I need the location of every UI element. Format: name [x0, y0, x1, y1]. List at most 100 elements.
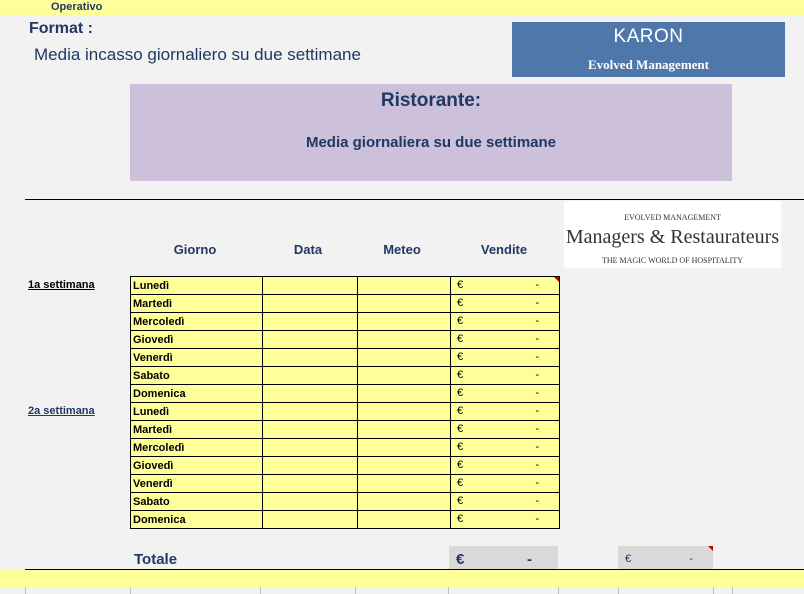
day-cell[interactable]: Giovedì [130, 330, 263, 349]
vendite-cell[interactable]: € - [450, 276, 560, 295]
vendite-cell[interactable]: € - [450, 294, 560, 313]
day-cell[interactable]: Martedì [130, 294, 263, 313]
grid-line [558, 587, 559, 594]
meteo-cell[interactable] [357, 438, 451, 457]
sales-table: Lunedì € - Martedì € - Mercoledì € - Giovedì € - Ven… [130, 276, 560, 529]
data-cell[interactable] [262, 492, 358, 511]
week1-label: 1a settimana [28, 279, 95, 291]
vendite-cell[interactable]: € - [450, 438, 560, 457]
vendite-cell[interactable]: € - [450, 312, 560, 331]
day-cell[interactable]: Mercoledì [130, 312, 263, 331]
logo-top-text: EVOLVED MANAGEMENT [624, 213, 721, 222]
currency-symbol: € [457, 495, 464, 507]
table-row: Domenica € - [130, 510, 560, 529]
day-cell[interactable]: Lunedì [130, 402, 263, 421]
day-cell[interactable]: Sabato [130, 366, 263, 385]
totale-label: Totale [134, 551, 178, 568]
day-cell[interactable]: Lunedì [130, 276, 263, 295]
day-cell[interactable]: Mercoledì [130, 438, 263, 457]
vendite-value: - [535, 369, 539, 381]
vendite-cell[interactable]: € - [450, 420, 560, 439]
vendite-value: - [535, 513, 539, 525]
meteo-cell[interactable] [357, 420, 451, 439]
vendite-cell[interactable]: € - [450, 384, 560, 403]
table-row: Mercoledì € - [130, 438, 560, 457]
meteo-cell[interactable] [357, 348, 451, 367]
vendite-cell[interactable]: € - [450, 492, 560, 511]
grid-line [25, 587, 26, 594]
day-cell[interactable]: Giovedì [130, 456, 263, 475]
meteo-cell[interactable] [357, 294, 451, 313]
currency-symbol: € [457, 477, 464, 489]
table-row: Mercoledì € - [130, 312, 560, 331]
column-header-data: Data [293, 242, 323, 257]
comment-indicator-icon[interactable] [708, 546, 713, 551]
meteo-cell[interactable] [357, 402, 451, 421]
table-row: Giovedì € - [130, 330, 560, 349]
brand-subtitle: Evolved Management [588, 57, 709, 72]
vendite-cell[interactable]: € - [450, 456, 560, 475]
vendite-cell[interactable]: € - [450, 510, 560, 529]
currency-symbol: € [457, 279, 464, 291]
data-cell[interactable] [262, 510, 358, 529]
meteo-cell[interactable] [357, 276, 451, 295]
currency-symbol: € [457, 369, 464, 381]
meteo-cell[interactable] [357, 510, 451, 529]
day-cell[interactable]: Venerdì [130, 474, 263, 493]
day-cell[interactable]: Sabato [130, 492, 263, 511]
banner-title: Ristorante: [380, 90, 482, 111]
divider-line [25, 199, 804, 200]
data-cell[interactable] [262, 348, 358, 367]
logo-bottom-text: THE MAGIC WORLD OF HOSPITALITY [602, 256, 743, 265]
meteo-cell[interactable] [357, 384, 451, 403]
day-cell[interactable]: Martedì [130, 420, 263, 439]
total-value: - [527, 551, 532, 568]
comment-indicator-icon[interactable] [554, 277, 559, 282]
brand-name: KARON [613, 26, 684, 47]
day-cell[interactable]: Domenica [130, 384, 263, 403]
currency-symbol: € [457, 333, 464, 345]
karon-brand-box: KARON Evolved Management [512, 22, 785, 77]
total-vendite-cell[interactable]: € - [449, 546, 558, 570]
meteo-cell[interactable] [357, 492, 451, 511]
data-cell[interactable] [262, 420, 358, 439]
grid-line [448, 587, 449, 594]
vendite-cell[interactable]: € - [450, 474, 560, 493]
table-row: Sabato € - [130, 366, 560, 385]
meteo-cell[interactable] [357, 456, 451, 475]
vendite-cell[interactable]: € - [450, 402, 560, 421]
vendite-cell[interactable]: € - [450, 348, 560, 367]
meteo-cell[interactable] [357, 330, 451, 349]
meteo-cell[interactable] [357, 366, 451, 385]
day-cell[interactable]: Venerdì [130, 348, 263, 367]
day-cell[interactable]: Domenica [130, 510, 263, 529]
vendite-cell[interactable]: € - [450, 330, 560, 349]
meteo-cell[interactable] [357, 312, 451, 331]
data-cell[interactable] [262, 456, 358, 475]
column-header-vendite: Vendite [480, 242, 528, 257]
data-cell[interactable] [262, 330, 358, 349]
data-cell[interactable] [262, 294, 358, 313]
meteo-cell[interactable] [357, 474, 451, 493]
data-cell[interactable] [262, 276, 358, 295]
top-band: Operativo [0, 0, 804, 15]
data-cell[interactable] [262, 312, 358, 331]
data-cell[interactable] [262, 366, 358, 385]
vendite-cell[interactable]: € - [450, 366, 560, 385]
table-row: Lunedì € - [130, 276, 560, 295]
banner-subtitle: Media giornaliera su due settimane [305, 134, 557, 151]
data-cell[interactable] [262, 384, 358, 403]
data-cell[interactable] [262, 474, 358, 493]
grid-line [130, 587, 131, 594]
format-description: Media incasso giornaliero su due settima… [34, 45, 361, 64]
vendite-value: - [535, 387, 539, 399]
data-cell[interactable] [262, 402, 358, 421]
grid-line [618, 587, 619, 594]
table-row: Lunedì € - [130, 402, 560, 421]
grid-line [732, 587, 733, 594]
week2-label: 2a settimana [28, 405, 95, 417]
table-row: Venerdì € - [130, 474, 560, 493]
grid-line [713, 587, 714, 594]
average-cell[interactable]: € - [618, 546, 713, 570]
data-cell[interactable] [262, 438, 358, 457]
